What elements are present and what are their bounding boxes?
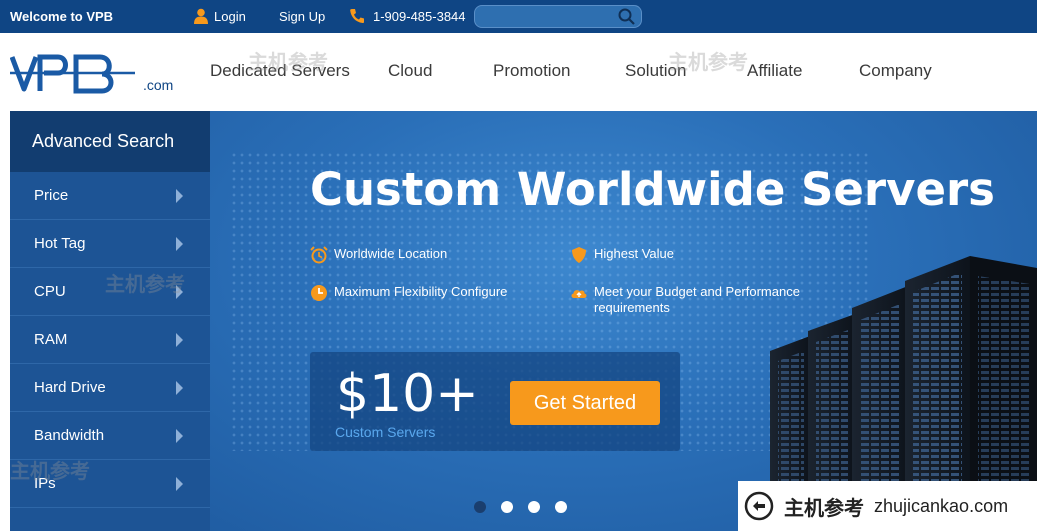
chevron-right-icon (176, 237, 183, 251)
sidebar-item-ips[interactable]: IPs (10, 460, 210, 508)
chevron-right-icon (176, 285, 183, 299)
sidebar-item-ram[interactable]: RAM (10, 316, 210, 364)
search-icon (618, 8, 635, 25)
hero-title: Custom Worldwide Servers (310, 163, 995, 216)
sidebar-title: Advanced Search (10, 111, 210, 172)
chevron-right-icon (176, 429, 183, 443)
watermark-logo-icon (744, 491, 774, 521)
welcome-text: Welcome to VPB (10, 9, 114, 24)
carousel-dot-2[interactable] (501, 501, 513, 513)
sidebar-item-label: Bandwidth (34, 427, 105, 444)
login-label: Login (214, 8, 246, 24)
phone-icon (350, 9, 364, 24)
carousel-dot-1[interactable] (474, 501, 486, 513)
watermark-domain: zhujicankao.com (874, 495, 1009, 516)
carousel-dot-4[interactable] (555, 501, 567, 513)
carousel-indicators (474, 501, 567, 513)
user-icon (194, 8, 208, 24)
get-started-button[interactable]: Get Started (510, 381, 660, 425)
nav-promotion[interactable]: Promotion (493, 61, 570, 81)
hero-banner: Custom Worldwide Servers Worldwide Locat… (210, 111, 1037, 531)
price-value: $10+ (336, 364, 479, 424)
logo[interactable] (9, 51, 138, 100)
sidebar-item-cpu[interactable]: CPU (10, 268, 210, 316)
login-link[interactable]: Login (194, 8, 246, 24)
nav-cloud[interactable]: Cloud (388, 61, 432, 81)
chevron-right-icon (176, 381, 183, 395)
logo-suffix: .com (143, 77, 174, 93)
watermark-panel: 主机参考 zhujicankao.com (738, 481, 1037, 531)
chevron-right-icon (176, 477, 183, 491)
chevron-right-icon (176, 333, 183, 347)
sidebar-item-price[interactable]: Price (10, 172, 210, 220)
sidebar-item-bandwidth[interactable]: Bandwidth (10, 412, 210, 460)
shield-icon (572, 247, 586, 263)
header: .com Dedicated Servers Cloud Promotion S… (0, 33, 1037, 111)
vpb-logo-icon (9, 54, 135, 94)
price-subtitle: Custom Servers (335, 424, 436, 440)
watermark-logo-text: 主机参考 (784, 497, 864, 520)
carousel-dot-3[interactable] (528, 501, 540, 513)
alarm-clock-icon (310, 246, 328, 264)
price-box: $10+ Custom Servers Get Started (310, 352, 680, 451)
feature-budget: Meet your Budget and Performance require… (570, 284, 810, 316)
feature-highest-value: Highest Value (570, 246, 674, 264)
sidebar-item-label: RAM (34, 331, 68, 348)
sidebar-item-hard-drive[interactable]: Hard Drive (10, 364, 210, 412)
search-input[interactable] (483, 8, 617, 27)
search-button[interactable] (618, 8, 635, 28)
sidebar-item-label: CPU (34, 283, 66, 300)
nav-company[interactable]: Company (859, 61, 932, 81)
nav-affiliate[interactable]: Affiliate (747, 61, 802, 81)
signup-link[interactable]: Sign Up (279, 9, 325, 24)
chevron-right-icon (176, 189, 183, 203)
feature-flexibility: Maximum Flexibility Configure (310, 284, 507, 302)
top-bar: Welcome to VPB Login Sign Up 1-909-485-3… (0, 0, 1037, 33)
phone-number: 1-909-485-3844 (373, 8, 466, 24)
clock-icon (311, 285, 327, 301)
feature-text: Highest Value (594, 246, 674, 261)
feature-worldwide-location: Worldwide Location (310, 246, 447, 264)
feature-text: Worldwide Location (334, 246, 448, 261)
sidebar-item-label: Price (34, 187, 69, 204)
nav-solution[interactable]: Solution (625, 61, 686, 81)
nav-dedicated-servers[interactable]: Dedicated Servers (210, 61, 350, 81)
feature-text: Maximum Flexibility Configure (334, 284, 508, 299)
sidebar-item-label: Hot Tag (34, 235, 86, 252)
sidebar-item-label: IPs (34, 475, 56, 492)
feature-text: Meet your Budget and Performance require… (594, 284, 800, 315)
sidebar-item-hot-tag[interactable]: Hot Tag (10, 220, 210, 268)
advanced-search-sidebar: Advanced Search Price Hot Tag CPU RAM Ha… (10, 111, 210, 531)
cloud-upload-icon (571, 290, 587, 298)
sidebar-item-label: Hard Drive (34, 379, 106, 396)
phone-contact: 1-909-485-3844 (349, 8, 466, 24)
search-box (474, 5, 642, 28)
